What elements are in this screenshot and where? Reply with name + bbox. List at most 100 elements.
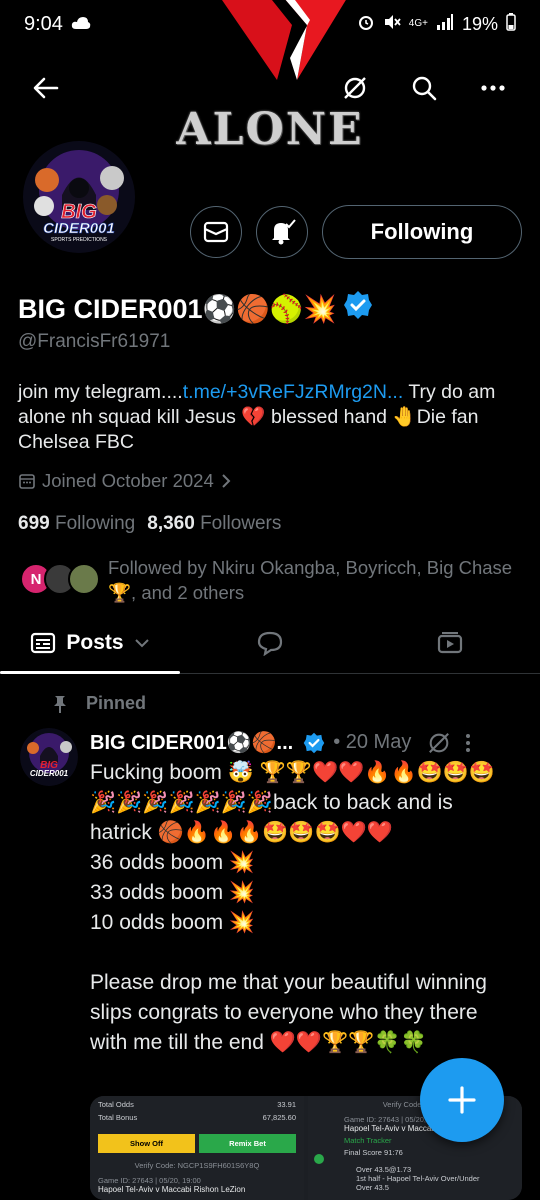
- plus-icon: [448, 1086, 476, 1114]
- slip-final-score-row: Final Score 91:76: [316, 1148, 514, 1157]
- battery-percent: 19%: [461, 13, 498, 34]
- tab-replies[interactable]: [180, 612, 360, 673]
- slip-row: Total Odds 33.91: [98, 1100, 296, 1109]
- following-label: Following: [54, 513, 136, 534]
- tab-posts[interactable]: Posts: [0, 612, 180, 673]
- pinned-label-row: Pinned: [52, 693, 146, 714]
- bio-text-pre: join my telegram....: [18, 381, 183, 403]
- slip-show-off-button: Show Off: [98, 1134, 195, 1153]
- followers-count: 8,360: [147, 513, 195, 534]
- post-author-avatar[interactable]: BIG CIDER001: [20, 728, 78, 786]
- tab-posts-label: Posts: [66, 630, 124, 654]
- slip-won-check-icon: [314, 1154, 324, 1164]
- slip-row: Total Bonus 67,825.60: [98, 1113, 296, 1122]
- post-author-name[interactable]: BIG CIDER001⚽🏀...: [90, 730, 293, 755]
- slip-market: 1st half - Hapoel Tel-Aviv Over/Under: [356, 1174, 480, 1183]
- post-line: Please drop me that your beautiful winni…: [90, 971, 487, 1054]
- status-time: 9:04: [24, 12, 63, 35]
- compose-button[interactable]: [420, 1058, 504, 1142]
- slip-final-score-label: Final Score: [344, 1148, 382, 1157]
- follower-avatar-3: [68, 563, 100, 595]
- mail-icon: [203, 221, 229, 243]
- following-button[interactable]: Following: [322, 205, 522, 259]
- post-spacer: [90, 938, 520, 968]
- slip-match-tracker: Match Tracker: [344, 1136, 392, 1145]
- post-more-vertical-icon[interactable]: [465, 733, 471, 753]
- verified-badge-icon: [343, 290, 373, 327]
- profile-bio: join my telegram....t.me/+3vReFJzRMrg2N.…: [18, 380, 523, 455]
- followers-stat[interactable]: 8,360 Followers: [147, 513, 281, 535]
- profile-handle: @FrancisFr61971: [18, 331, 171, 352]
- media-video-icon: [437, 631, 463, 653]
- post-line: 🎉🎉🎉🎉🎉🎉🎉back to back and is: [90, 791, 453, 814]
- more-horizontal-icon: [481, 85, 505, 91]
- post-grok-icon[interactable]: [427, 731, 451, 755]
- slip-game-id: Game ID: 27643 | 05/20, 19:00: [98, 1176, 201, 1185]
- grok-icon: [344, 77, 366, 99]
- slip-total-odds-label: Total Odds: [98, 1100, 134, 1109]
- followed-by-text[interactable]: Followed by Nkiru Okangba, Boyricch, Big…: [108, 555, 528, 605]
- tab-media[interactable]: [360, 612, 540, 673]
- following-stat[interactable]: 699 Following: [18, 513, 135, 535]
- back-button[interactable]: [26, 68, 66, 108]
- slip-total-bonus: 67,825.60: [262, 1113, 296, 1122]
- slip-total-odds: 33.91: [277, 1100, 296, 1109]
- following-count: 699: [18, 513, 50, 534]
- post-line: hatrick 🏀🔥🔥🔥🤩🤩🤩❤️❤️: [90, 821, 394, 844]
- joined-row[interactable]: Joined October 2024: [18, 470, 232, 492]
- search-button[interactable]: [404, 68, 444, 108]
- post-avatar-text-cider: CIDER001: [30, 769, 69, 778]
- post-date[interactable]: • 20 May: [333, 731, 411, 754]
- slip-buttons: Show Off Remix Bet: [98, 1134, 296, 1153]
- post-text[interactable]: Fucking boom 🤯 🏆🏆❤️❤️🔥🔥🤩🤩🤩 🎉🎉🎉🎉🎉🎉🎉back t…: [90, 758, 520, 1058]
- chevron-right-icon: [222, 474, 231, 488]
- active-tab-indicator: [0, 671, 180, 674]
- mute-icon: [383, 13, 401, 36]
- slip-outcome: Over 43.5: [356, 1183, 389, 1192]
- post-line: 10 odds boom 💥: [90, 911, 256, 934]
- post-line: 36 odds boom 💥: [90, 851, 256, 874]
- profile-avatar[interactable]: BIG CIDER001 SPORTS PREDICTIONS: [18, 136, 140, 258]
- avatar-text-tagline: SPORTS PREDICTIONS: [51, 237, 108, 243]
- avatar-logo-image: BIG CIDER001 SPORTS PREDICTIONS: [23, 141, 135, 253]
- avatar-text-cider: CIDER001: [43, 220, 115, 237]
- post-line: Fucking boom 🤯 🏆🏆❤️❤️🔥🔥🤩🤩🤩: [90, 761, 496, 784]
- signal-icon: [436, 13, 454, 35]
- bio-telegram-link[interactable]: t.me/+3vReFJzRMrg2N...: [183, 381, 404, 403]
- slip-verify-code: Verify Code: NGCP1S9FH601S6Y8Q: [134, 1161, 260, 1170]
- pinned-label: Pinned: [86, 693, 147, 713]
- network-type: 4G+: [408, 18, 428, 29]
- post-header: BIG CIDER001⚽🏀... • 20 May: [90, 730, 530, 755]
- slip-final-score: 91:76: [384, 1148, 403, 1157]
- cloud-icon: [71, 13, 91, 36]
- followers-label: Followers: [200, 513, 282, 534]
- reply-bubble-icon: [257, 631, 283, 656]
- calendar-icon: [19, 474, 35, 489]
- slip-remix-button: Remix Bet: [199, 1134, 296, 1153]
- joined-date: Joined October 2024: [42, 470, 214, 491]
- battery-icon: [506, 12, 516, 36]
- slip-pick: Over 43.5@1.73: [356, 1165, 412, 1174]
- post-avatar-logo-image: BIG CIDER001: [20, 728, 78, 786]
- alarm-icon: [357, 13, 375, 36]
- profile-tabs: Posts: [0, 612, 540, 674]
- chevron-down-icon: [134, 638, 149, 647]
- slip-match: Hapoel Tel-Aviv v Maccabi Rishon LeZion: [98, 1185, 246, 1194]
- posts-feed-icon: [31, 632, 56, 653]
- bet-slip-image-left[interactable]: Total Odds 33.91 Total Bonus 67,825.60 Sho…: [90, 1096, 304, 1200]
- follow-stats: 699 Following 8,360 Followers: [18, 513, 281, 535]
- message-button[interactable]: [190, 206, 242, 258]
- display-name-row: BIG CIDER001⚽🏀🥎💥: [18, 290, 373, 327]
- status-bar: 9:04 4G+ 19%: [0, 0, 540, 48]
- post-line: 33 odds boom 💥: [90, 881, 256, 904]
- bell-check-icon: [272, 219, 296, 245]
- search-icon: [412, 76, 437, 101]
- display-name: BIG CIDER001⚽🏀🥎💥: [18, 293, 338, 324]
- more-options-button[interactable]: [473, 68, 513, 108]
- slip-total-bonus-label: Total Bonus: [98, 1113, 138, 1122]
- grok-button[interactable]: [335, 68, 375, 108]
- notifications-button[interactable]: [256, 206, 308, 258]
- arrow-left-icon: [33, 77, 59, 99]
- pin-icon: [54, 695, 66, 713]
- followed-by-avatars[interactable]: N: [20, 563, 100, 595]
